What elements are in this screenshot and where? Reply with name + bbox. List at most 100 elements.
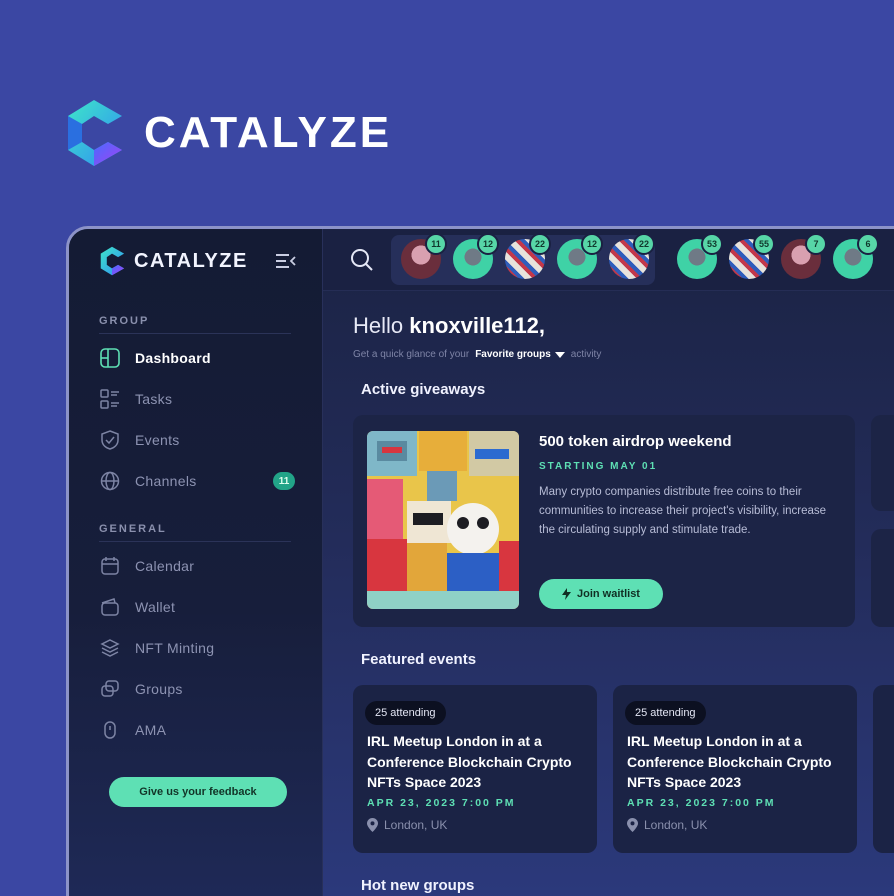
tasks-icon [99,388,121,410]
group-avatar[interactable]: 11 [401,233,447,279]
dropdown-value: Favorite groups [475,349,551,360]
sidebar-item-ama[interactable]: AMA [99,715,295,745]
events-icon [99,429,121,451]
unread-count-badge: 11 [425,233,447,255]
sidebar-item-nft-minting[interactable]: NFT Minting [99,633,295,663]
channels-count-badge: 11 [273,472,295,490]
location-text: London, UK [384,818,448,832]
sidebar-item-label: Channels [135,473,197,489]
event-title: IRL Meetup London in at a Conference Blo… [627,733,832,790]
attending-badge: 25 attending [365,701,446,725]
ama-icon [99,719,121,741]
unread-count-badge: 7 [805,233,827,255]
dashboard-icon [99,347,121,369]
unread-count-badge: 12 [477,233,499,255]
divider [99,541,291,542]
event-location: London, UK [367,818,447,832]
brand-header: CATALYZE [64,98,392,168]
collapse-sidebar-icon[interactable] [276,253,296,269]
event-date: APR 23, 2023 7:00 PM [627,797,776,809]
join-waitlist-button[interactable]: Join waitlist [539,579,663,609]
event-card-peek[interactable] [873,685,894,853]
sidebar-item-calendar[interactable]: Calendar [99,551,295,581]
sidebar: CATALYZE GROUP Dashboard Tasks Events Ch… [69,229,323,896]
event-card[interactable]: 25 attending IRL Meetup London in at a C… [353,685,597,853]
catalyze-logo-icon [68,100,122,166]
main-content: 11 12 22 12 22 53 55 7 6 Hello knoxville… [323,229,894,896]
sidebar-item-label: Wallet [135,599,176,615]
subline-prefix: Get a quick glance of your [353,349,470,360]
unread-count-badge: 55 [753,233,775,255]
giveaway-card-peek[interactable] [871,415,894,511]
unread-count-badge: 22 [633,233,655,255]
group-avatar[interactable]: 55 [729,233,775,279]
giveaway-date: STARTING MAY 01 [539,461,658,472]
sidebar-item-groups[interactable]: Groups [99,674,295,704]
sidebar-item-events[interactable]: Events [99,425,295,455]
attending-badge: 25 attending [625,701,706,725]
sidebar-item-label: AMA [135,722,167,738]
giveaway-description: Many crypto companies distribute free co… [539,486,827,536]
unread-count-badge: 53 [701,233,723,255]
subline-suffix: activity [570,349,602,360]
giveaway-artwork [367,431,519,609]
divider [99,333,291,334]
sidebar-item-dashboard[interactable]: Dashboard [99,343,295,373]
greeting: Hello knoxville112, [353,313,545,339]
giveaway-card[interactable]: 500 token airdrop weekend STARTING MAY 0… [353,415,855,627]
sidebar-item-channels[interactable]: Channels 11 [99,466,295,496]
group-avatar[interactable]: 12 [557,233,603,279]
greeting-subline: Get a quick glance of your Favorite grou… [353,349,601,360]
chevron-down-icon [554,351,565,358]
sidebar-item-label: NFT Minting [135,640,215,656]
top-bar: 11 12 22 12 22 53 55 7 6 [323,229,894,291]
active-giveaways-heading: Active giveaways [361,381,486,398]
wallet-icon [99,596,121,618]
feedback-button[interactable]: Give us your feedback [109,777,287,807]
location-text: London, UK [644,818,708,832]
groups-icon [99,678,121,700]
sidebar-item-label: Dashboard [135,350,211,366]
sidebar-item-tasks[interactable]: Tasks [99,384,295,414]
giveaway-card-peek[interactable] [871,529,894,627]
unread-count-badge: 6 [857,233,879,255]
brand-name: CATALYZE [144,108,393,157]
group-avatar[interactable]: 6 [833,233,879,279]
sidebar-item-label: Calendar [135,558,195,574]
username: knoxville112, [409,313,546,338]
join-waitlist-label: Join waitlist [577,588,640,600]
unread-count-badge: 12 [581,233,603,255]
sidebar-logo-text: CATALYZE [134,249,248,272]
catalyze-logo-icon [100,246,125,276]
lightning-icon [562,588,572,600]
greeting-text: Hello [353,313,404,338]
nft-icon [99,637,121,659]
section-label-general: GENERAL [99,523,167,535]
sidebar-item-label: Tasks [135,391,173,407]
unread-count-badge: 22 [529,233,551,255]
sidebar-item-label: Events [135,432,180,448]
giveaway-title: 500 token airdrop weekend [539,433,732,450]
group-avatar[interactable]: 53 [677,233,723,279]
location-pin-icon [367,818,378,832]
favorite-groups-dropdown[interactable]: Favorite groups [475,349,565,360]
group-avatar[interactable]: 22 [505,233,551,279]
event-title: IRL Meetup London in at a Conference Blo… [367,733,572,790]
group-avatar[interactable]: 22 [609,233,655,279]
calendar-icon [99,555,121,577]
featured-events-heading: Featured events [361,651,477,668]
event-date: APR 23, 2023 7:00 PM [367,797,516,809]
hot-new-groups-heading: Hot new groups [361,877,475,894]
sidebar-logo[interactable]: CATALYZE [99,245,248,277]
search-icon[interactable] [349,247,375,273]
location-pin-icon [627,818,638,832]
group-avatar[interactable]: 12 [453,233,499,279]
group-avatar[interactable]: 7 [781,233,827,279]
channels-icon [99,470,121,492]
sidebar-item-wallet[interactable]: Wallet [99,592,295,622]
event-card[interactable]: 25 attending IRL Meetup London in at a C… [613,685,857,853]
sidebar-item-label: Groups [135,681,183,697]
event-location: London, UK [627,818,707,832]
app-window: CATALYZE GROUP Dashboard Tasks Events Ch… [66,226,894,896]
section-label-group: GROUP [99,315,150,327]
